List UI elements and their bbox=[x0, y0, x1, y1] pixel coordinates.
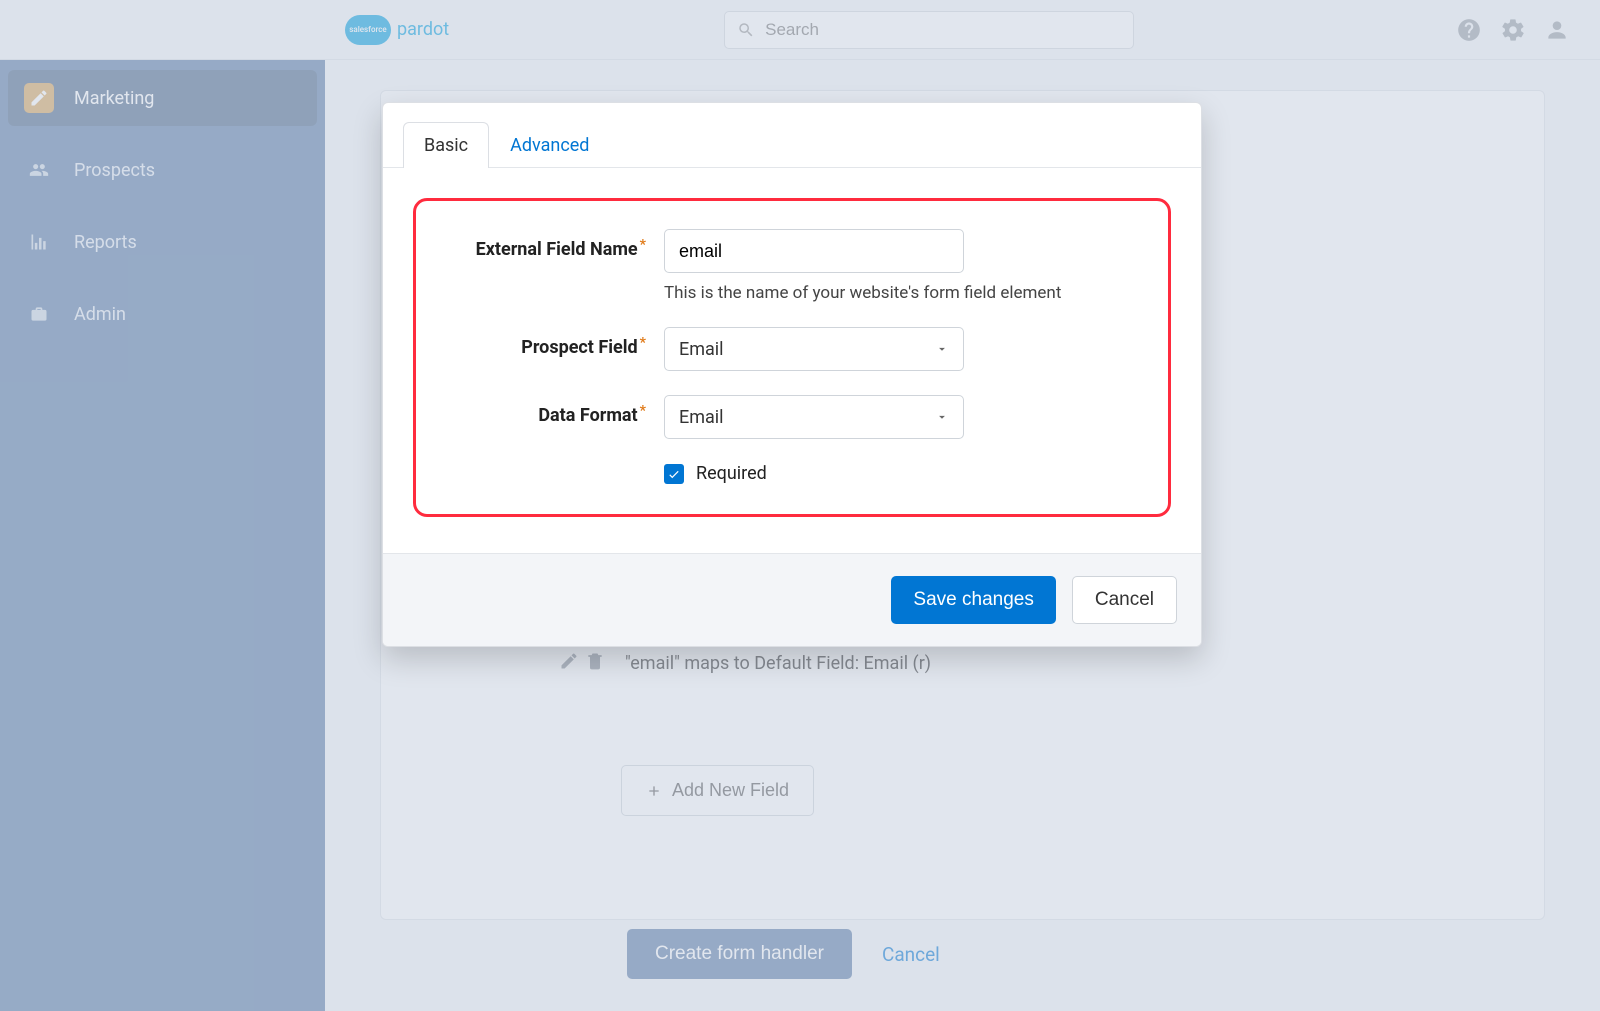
prospect-field-row: Prospect Field* Email bbox=[446, 327, 1128, 371]
highlighted-form-section: External Field Name* This is the name of… bbox=[413, 198, 1171, 517]
tab-basic[interactable]: Basic bbox=[403, 122, 489, 168]
data-format-selected: Email bbox=[679, 407, 724, 428]
field-settings-modal: Basic Advanced External Field Name* This… bbox=[382, 102, 1202, 647]
modal-footer: Save changes Cancel bbox=[383, 553, 1201, 646]
chevron-down-icon bbox=[935, 342, 949, 356]
external-field-name-help: This is the name of your website's form … bbox=[664, 283, 1061, 303]
cancel-button[interactable]: Cancel bbox=[1072, 576, 1177, 624]
save-changes-button[interactable]: Save changes bbox=[891, 576, 1055, 624]
required-checkbox[interactable] bbox=[664, 464, 684, 484]
prospect-field-select[interactable]: Email bbox=[664, 327, 964, 371]
chevron-down-icon bbox=[935, 410, 949, 424]
data-format-row: Data Format* Email bbox=[446, 395, 1128, 439]
check-icon bbox=[667, 467, 681, 481]
prospect-field-label: Prospect Field* bbox=[446, 327, 646, 358]
data-format-select[interactable]: Email bbox=[664, 395, 964, 439]
prospect-field-selected: Email bbox=[679, 339, 724, 360]
tab-advanced[interactable]: Advanced bbox=[489, 122, 610, 168]
data-format-label: Data Format* bbox=[446, 395, 646, 426]
external-field-name-label: External Field Name* bbox=[446, 229, 646, 260]
modal-tabs: Basic Advanced bbox=[383, 103, 1201, 168]
required-checkbox-row: Required bbox=[664, 463, 1128, 484]
modal-body: External Field Name* This is the name of… bbox=[383, 168, 1201, 553]
external-field-name-row: External Field Name* This is the name of… bbox=[446, 229, 1128, 303]
required-label: Required bbox=[696, 463, 767, 484]
external-field-name-input-wrap bbox=[664, 229, 964, 273]
external-field-name-input[interactable] bbox=[679, 241, 949, 262]
